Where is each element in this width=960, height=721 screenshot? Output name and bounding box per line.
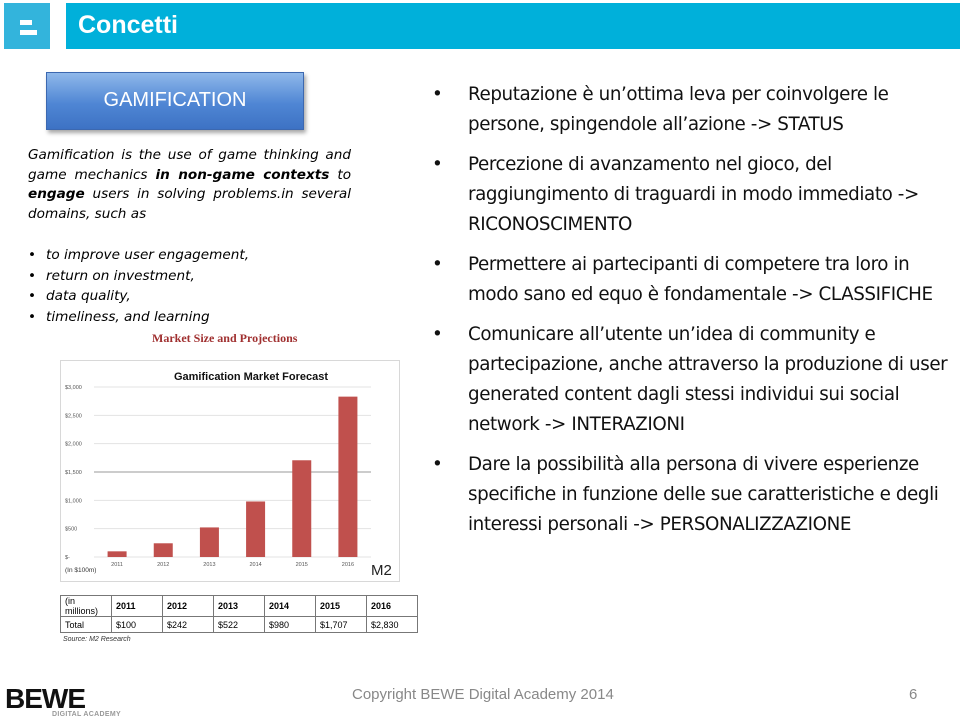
x-tick-label: 2015 [296, 562, 308, 568]
table-cell: 2013 [213, 595, 265, 617]
list-item: timeliness, and learning [28, 307, 249, 328]
market-table: (in millions) 2011 2012 2013 2014 2015 2… [60, 595, 418, 633]
bullet-item: Percezione di avanzamento nel gioco, del… [432, 150, 957, 240]
definition-text: to [329, 166, 352, 183]
list-item: return on investment, [28, 266, 249, 287]
source-note: Source: M2 Research [63, 636, 131, 643]
x-tick-label: 2013 [203, 562, 215, 568]
table-cell: $2,830 [366, 616, 418, 633]
table-cell: 2015 [315, 595, 367, 617]
definition-emphasis: engage [28, 186, 85, 203]
list-item: to improve user engagement, [28, 245, 249, 266]
list-item: data quality, [28, 286, 249, 307]
menu-bar-bottom [20, 30, 37, 35]
table-cell: 2014 [264, 595, 316, 617]
table-cell: $100 [111, 616, 163, 633]
table-row: Total $100 $242 $522 $980 $1,707 $2,830 [60, 616, 418, 633]
unit-note: (In $100m) [65, 567, 96, 574]
bullet-item: Reputazione è un’ottima leva per coinvol… [432, 80, 957, 140]
uses-list: to improve user engagement, return on in… [28, 245, 249, 327]
market-forecast-chart: Gamification Market Forecast $- $500 $1,00… [60, 360, 400, 582]
chart-svg: Gamification Market Forecast $- $500 $1,00… [65, 371, 392, 579]
x-tick-label: 2016 [342, 562, 354, 568]
gamification-label: GAMIFICATION [103, 89, 247, 111]
menu-bars-icon [4, 3, 50, 49]
gamification-box: GAMIFICATION [46, 72, 304, 130]
chart-gridlines [94, 386, 371, 558]
chart-title: Gamification Market Forecast [174, 371, 328, 383]
gamification-definition: Gamification is the use of game thinking… [28, 146, 351, 224]
y-axis-ticks: $- $500 $1,000 $1,500 $2,000 $2,500 $3,000 [65, 385, 82, 561]
table-cell: 2012 [162, 595, 214, 617]
bar-2014 [246, 501, 266, 557]
bar-2011 [107, 551, 127, 557]
table-cell: $1,707 [315, 616, 367, 633]
y-tick-label: $- [65, 555, 70, 561]
header-bar: Concetti [66, 3, 960, 49]
bar-2012 [153, 543, 173, 557]
bar-2015 [292, 460, 312, 557]
y-tick-label: $500 [65, 527, 77, 533]
bar-2016 [338, 396, 358, 557]
market-title: Market Size and Projections [152, 331, 298, 345]
footer-copyright: Copyright BEWE Digital Academy 2014 [352, 686, 614, 703]
x-tick-label: 2014 [249, 562, 261, 568]
bullet-item: Dare la possibilità alla persona di vive… [432, 450, 957, 540]
table-cell: (in millions) [60, 595, 112, 617]
table-cell: Total [60, 616, 112, 633]
concept-bullets: Reputazione è un’ottima leva per coinvol… [432, 80, 957, 550]
y-tick-label: $1,000 [65, 498, 82, 504]
table-cell: $242 [162, 616, 214, 633]
y-tick-label: $2,000 [65, 442, 82, 448]
y-tick-label: $3,000 [65, 385, 82, 391]
logo-subtitle: DIGITAL ACADEMY [52, 711, 121, 718]
m2-logo: M2 [371, 562, 392, 579]
y-tick-label: $1,500 [65, 470, 82, 476]
bar-2013 [199, 527, 219, 557]
y-tick-label: $2,500 [65, 413, 82, 419]
bullet-item: Permettere ai partecipanti di competere … [432, 250, 957, 310]
chart-bars [107, 396, 358, 557]
definition-emphasis: in non-game contexts [155, 166, 330, 183]
x-axis-ticks: 2011 2012 2013 2014 2015 2016 [111, 562, 354, 568]
table-cell: $522 [213, 616, 265, 633]
bullet-item: Comunicare all’utente un’idea di communi… [432, 320, 957, 440]
table-header-row: (in millions) 2011 2012 2013 2014 2015 2… [60, 595, 418, 617]
bewe-logo: BEWE DIGITAL ACADEMY [5, 683, 135, 721]
table-cell: 2011 [111, 595, 163, 617]
page-title: Concetti [78, 11, 178, 39]
x-tick-label: 2012 [157, 562, 169, 568]
x-tick-label: 2011 [111, 562, 123, 568]
page-number: 6 [909, 686, 918, 703]
menu-bar-top [20, 20, 32, 25]
table-cell: 2016 [366, 595, 418, 617]
table-cell: $980 [264, 616, 316, 633]
